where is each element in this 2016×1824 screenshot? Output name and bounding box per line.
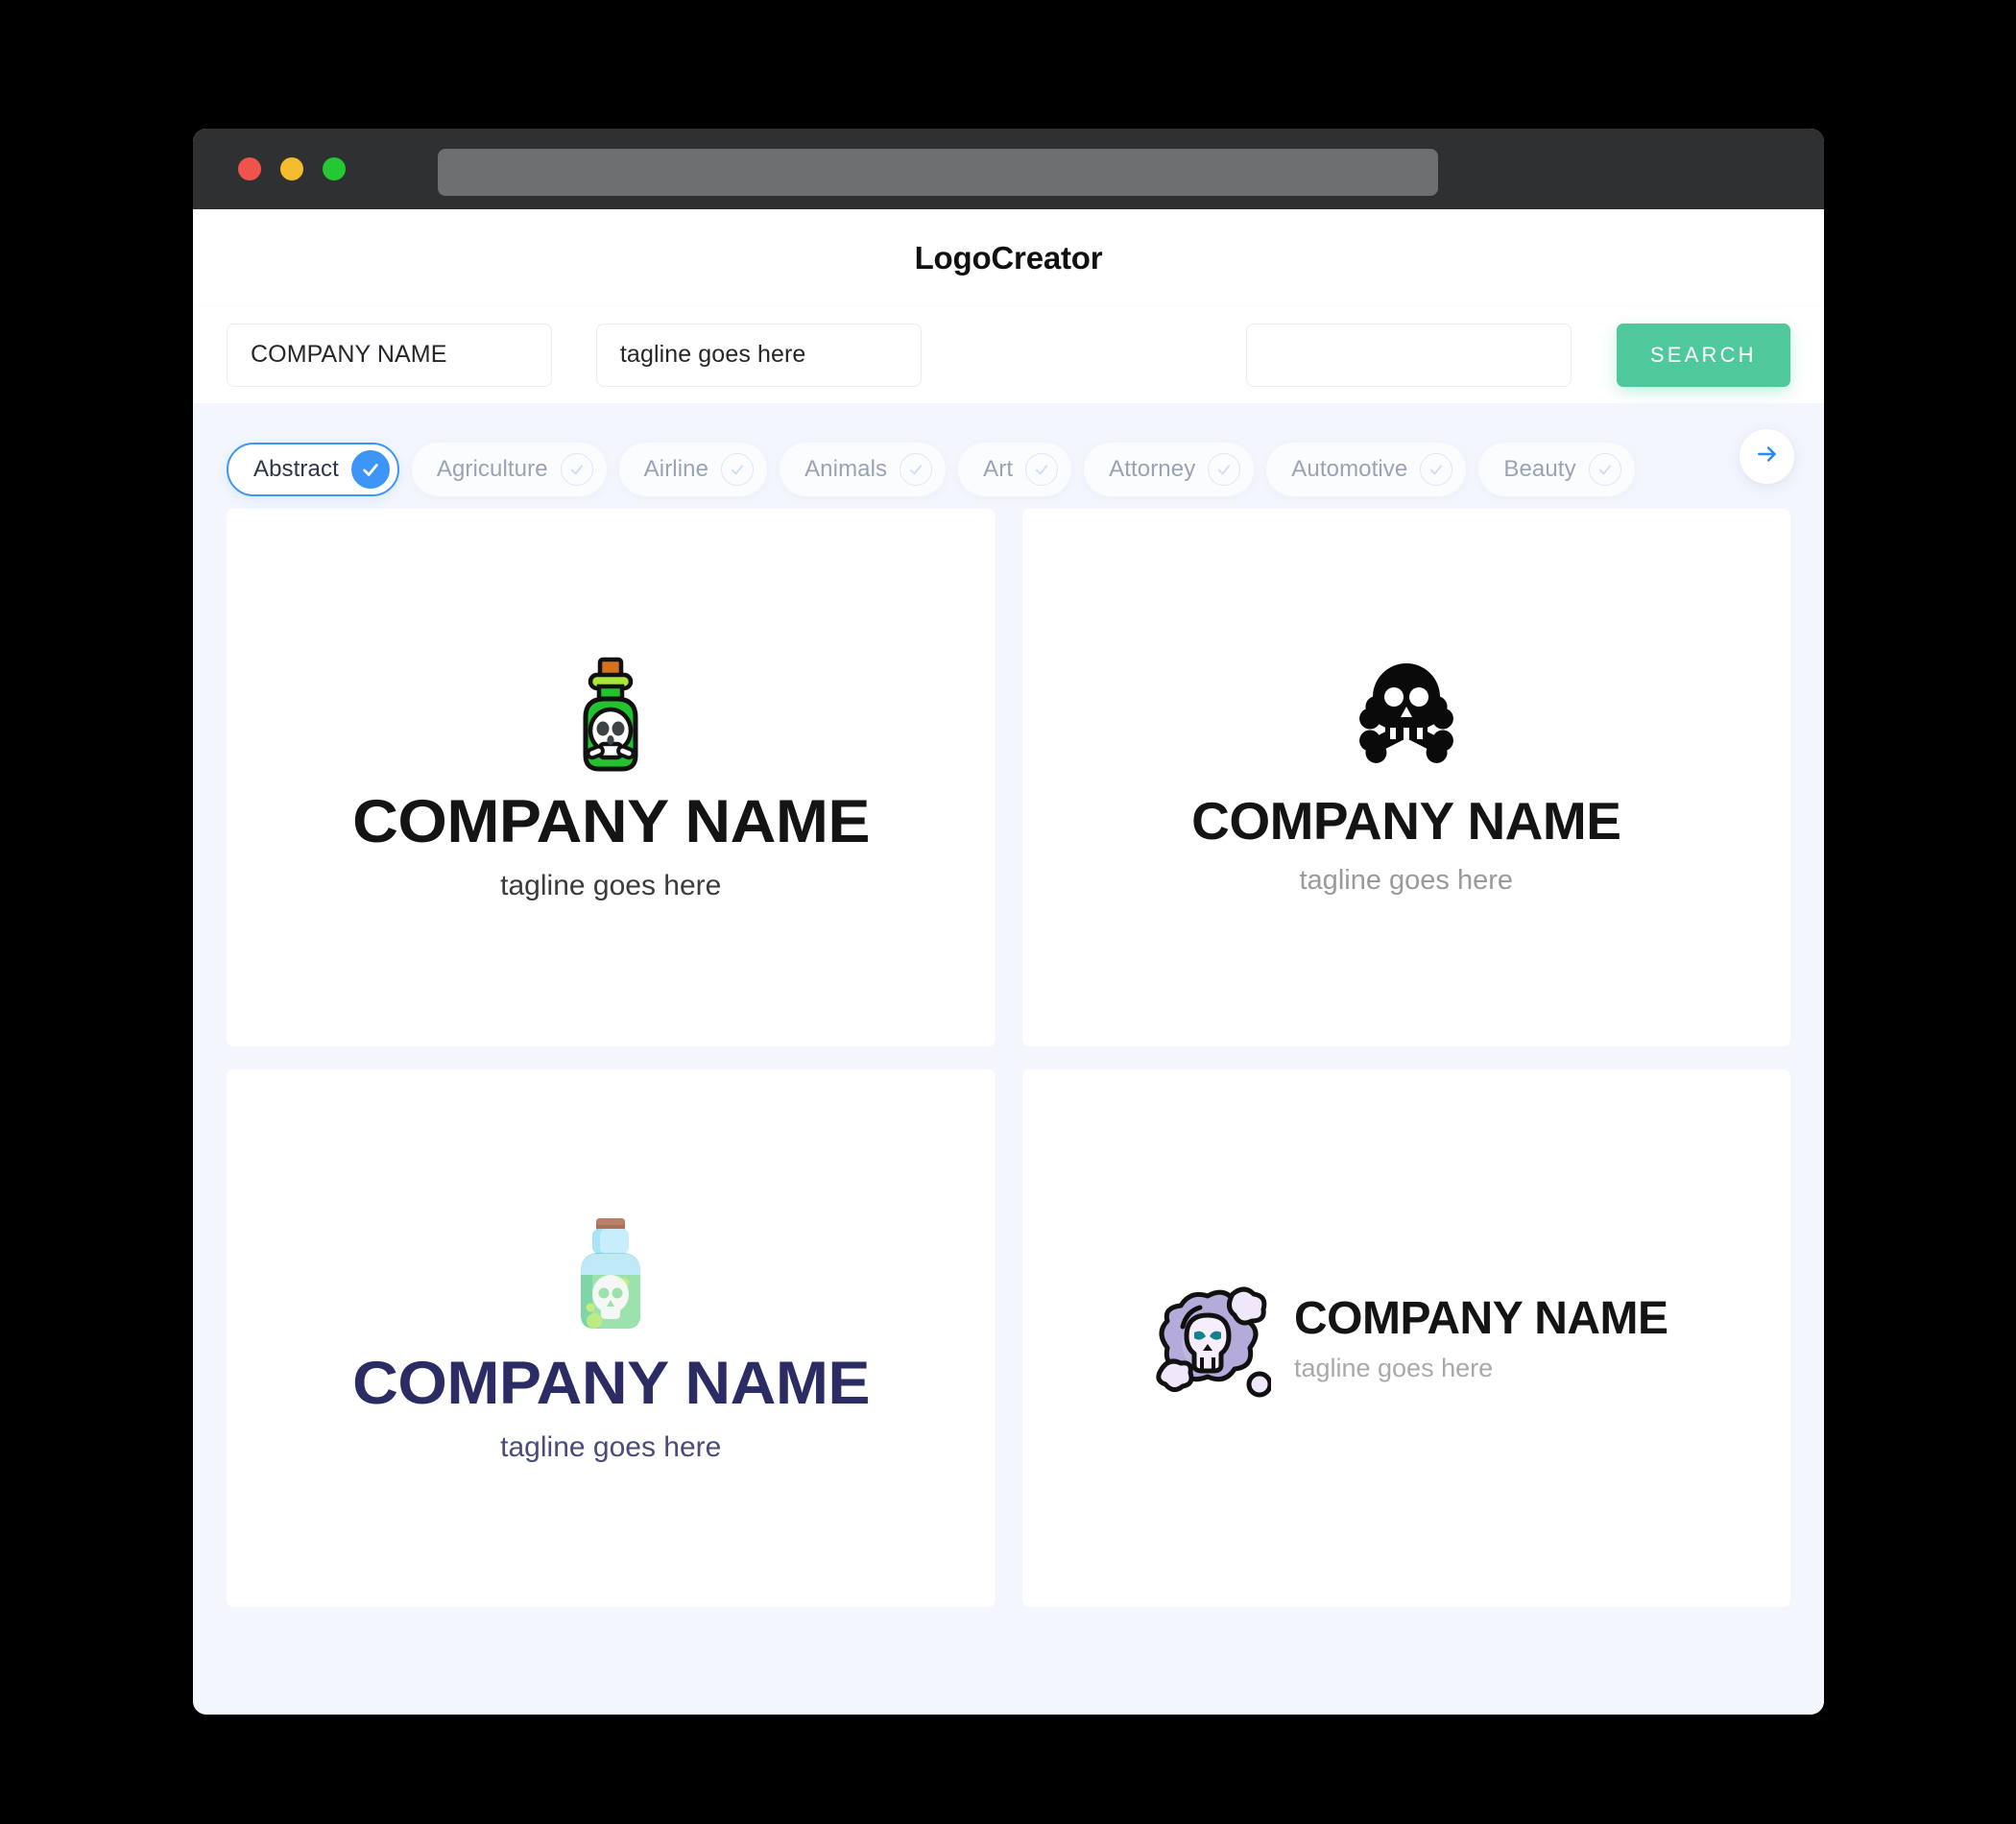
search-toolbar: COMPANY NAME tagline goes here SEARCH xyxy=(193,306,1824,403)
logo-tagline: tagline goes here xyxy=(500,869,722,901)
close-window-button[interactable] xyxy=(238,157,261,180)
maximize-window-button[interactable] xyxy=(323,157,346,180)
logo-company-name: COMPANY NAME xyxy=(1293,1292,1668,1344)
category-chip-label: Art xyxy=(983,455,1014,482)
company-name-input[interactable]: COMPANY NAME xyxy=(227,323,552,387)
logo-preview: COMPANY NAME tagline goes here xyxy=(352,1215,870,1463)
keyword-input[interactable] xyxy=(1245,323,1572,387)
category-chip-label: Agriculture xyxy=(436,455,548,482)
logo-text: COMPANY NAME tagline goes here xyxy=(352,1336,870,1463)
category-chip-label: Animals xyxy=(804,455,888,482)
logo-text: COMPANY NAME tagline goes here xyxy=(1191,774,1621,896)
logo-card[interactable]: COMPANY NAME tagline goes here xyxy=(227,1069,996,1607)
category-chip-abstract[interactable]: Abstract xyxy=(227,442,399,496)
logo-preview: COMPANY NAME tagline goes here xyxy=(352,656,870,901)
check-circle-icon xyxy=(1025,452,1059,486)
category-chip-label: Airline xyxy=(643,455,709,482)
minimize-window-button[interactable] xyxy=(280,157,303,180)
category-chip-label: Automotive xyxy=(1291,455,1408,482)
check-circle-icon xyxy=(900,452,933,486)
category-chip-label: Attorney xyxy=(1109,455,1196,482)
check-circle-icon xyxy=(1588,452,1621,486)
tagline-input[interactable]: tagline goes here xyxy=(595,323,922,387)
category-chip-agriculture[interactable]: Agriculture xyxy=(411,442,607,496)
logo-card[interactable]: COMPANY NAME tagline goes here xyxy=(1021,1069,1790,1607)
category-chip-label: Abstract xyxy=(253,455,339,482)
categories-next-button[interactable] xyxy=(1740,429,1794,484)
logo-text: COMPANY NAME tagline goes here xyxy=(1293,1292,1668,1382)
page-root: LogoCreator COMPANY NAME tagline goes he… xyxy=(0,0,2016,1824)
browser-titlebar xyxy=(193,129,1824,209)
logo-results-grid: COMPANY NAME tagline goes here COMPANY N… xyxy=(193,509,1824,1607)
check-circle-icon xyxy=(560,452,593,486)
logo-preview: COMPANY NAME tagline goes here xyxy=(1191,660,1621,896)
logo-text: COMPANY NAME tagline goes here xyxy=(352,775,870,901)
category-chip-art[interactable]: Art xyxy=(958,442,1072,496)
check-circle-icon xyxy=(1208,452,1241,486)
category-chip-animals[interactable]: Animals xyxy=(780,442,947,496)
check-circle-icon xyxy=(350,449,390,489)
check-circle-icon xyxy=(1420,452,1453,486)
teal-potion-bottle-icon xyxy=(564,1215,658,1336)
arrow-right-icon xyxy=(1755,442,1780,471)
category-chip-attorney[interactable]: Attorney xyxy=(1084,442,1255,496)
site-header: LogoCreator xyxy=(193,209,1824,306)
category-chip-automotive[interactable]: Automotive xyxy=(1266,442,1467,496)
logo-company-name: COMPANY NAME xyxy=(351,1349,870,1417)
browser-url-bar[interactable] xyxy=(438,149,1438,196)
category-chip-label: Beauty xyxy=(1503,455,1576,482)
browser-window: LogoCreator COMPANY NAME tagline goes he… xyxy=(193,129,1824,1715)
logo-card[interactable]: COMPANY NAME tagline goes here xyxy=(1021,509,1790,1046)
traffic-light-controls xyxy=(238,157,346,180)
page-title: LogoCreator xyxy=(914,239,1103,276)
logo-tagline: tagline goes here xyxy=(500,1430,722,1463)
category-filter-strip[interactable]: Abstract Agriculture Airline Animals Art… xyxy=(193,403,1824,509)
logo-company-name: COMPANY NAME xyxy=(351,787,870,855)
category-chip-beauty[interactable]: Beauty xyxy=(1478,442,1635,496)
check-circle-icon xyxy=(721,452,755,486)
results-area: Abstract Agriculture Airline Animals Art… xyxy=(193,403,1824,1715)
logo-tagline: tagline goes here xyxy=(1299,865,1514,896)
logo-tagline: tagline goes here xyxy=(1293,1353,1494,1382)
purple-skull-cloud-icon xyxy=(1144,1277,1271,1400)
search-button[interactable]: SEARCH xyxy=(1616,323,1790,387)
logo-company-name: COMPANY NAME xyxy=(1191,791,1621,851)
skull-and-crossbones-icon xyxy=(1346,660,1467,774)
logo-card[interactable]: COMPANY NAME tagline goes here xyxy=(227,509,996,1046)
logo-preview: COMPANY NAME tagline goes here xyxy=(1144,1277,1668,1400)
green-poison-bottle-icon xyxy=(564,656,657,775)
category-chip-airline[interactable]: Airline xyxy=(618,442,768,496)
